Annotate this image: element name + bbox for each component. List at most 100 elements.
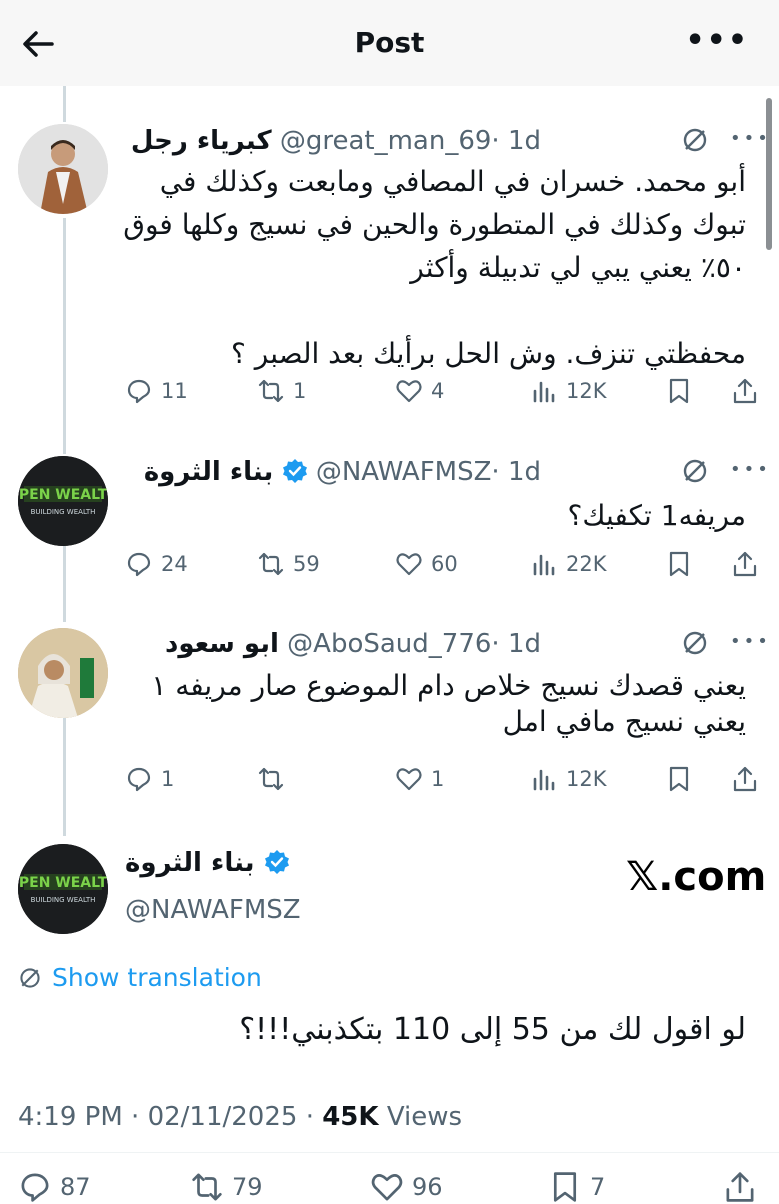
bookmark-icon <box>669 378 689 404</box>
display-name[interactable]: ابو سعود <box>165 629 279 659</box>
grok-icon[interactable] <box>681 457 709 485</box>
views-icon <box>533 554 555 576</box>
verified-badge-icon <box>264 850 289 874</box>
views-count: 12K <box>566 379 607 403</box>
reply-button[interactable]: 87 <box>18 1170 91 1204</box>
like-button[interactable]: 1 <box>395 765 444 793</box>
grok-icon[interactable] <box>681 126 709 154</box>
share-button[interactable] <box>723 1170 757 1204</box>
timestamp: · 1d <box>491 629 541 659</box>
show-translation-link[interactable]: Show translation <box>18 963 262 992</box>
share-icon <box>726 1172 754 1202</box>
share-button[interactable] <box>731 765 759 793</box>
repost-button[interactable]: 79 <box>190 1170 263 1204</box>
share-icon <box>733 551 757 577</box>
views-label: Views <box>386 1102 463 1132</box>
reply-button[interactable]: 1 <box>125 765 174 793</box>
avatar[interactable] <box>18 124 108 214</box>
views-count: 45K <box>322 1102 379 1132</box>
page-title: Post <box>354 26 425 59</box>
views-button[interactable]: 12K <box>530 765 607 793</box>
like-count: 96 <box>412 1173 443 1201</box>
tweet-text: لو اقول لك من 55 إلى 110 بتكذبني!!!؟ <box>239 1012 746 1047</box>
user-handle[interactable]: @AboSaud_776 <box>287 629 491 659</box>
like-count: 1 <box>431 767 445 791</box>
post-time: 4:19 PM <box>18 1102 123 1132</box>
svg-text:OPEN WEALTH: OPEN WEALTH <box>18 487 108 503</box>
display-name[interactable]: بناء الثروة <box>125 848 254 878</box>
share-button[interactable] <box>731 550 759 578</box>
views-icon <box>533 769 555 791</box>
timestamp: · 1d <box>491 126 541 156</box>
display-name[interactable]: بناء الثروة <box>144 457 273 487</box>
thread-line <box>63 718 66 836</box>
like-button[interactable]: 96 <box>370 1170 443 1204</box>
bookmark-button[interactable]: 7 <box>548 1170 605 1204</box>
bookmark-icon <box>669 766 689 792</box>
reply-button[interactable]: 24 <box>125 550 188 578</box>
tweet-text: أبو محمد. خسران في المصافي ومابعت وكذلك … <box>123 165 746 370</box>
views-icon <box>533 381 555 403</box>
bookmark-button[interactable] <box>665 377 693 405</box>
bookmark-icon <box>553 1172 577 1202</box>
views-button[interactable]: 22K <box>530 550 607 578</box>
repost-icon <box>192 1173 222 1201</box>
avatar[interactable]: OPEN WEALTH BUILDING WEALTH <box>18 456 108 546</box>
tweet-text: يعني قصدك نسيج خلاص دام الموضوع صار مريف… <box>142 669 746 738</box>
reply-count: 1 <box>161 767 175 791</box>
more-icon[interactable]: ••• <box>730 459 771 480</box>
source-watermark: 𝕏.com <box>626 854 767 900</box>
post-date: 02/11/2025 <box>147 1102 298 1132</box>
reply-count: 87 <box>60 1173 91 1201</box>
share-icon <box>733 766 757 792</box>
display-name[interactable]: كبرياء رجل <box>131 126 272 156</box>
thread-line <box>63 546 66 622</box>
reply-icon <box>21 1173 49 1202</box>
repost-count: 59 <box>293 552 320 576</box>
top-bar: Post ••• <box>0 0 779 86</box>
views-button[interactable]: 12K <box>530 377 607 405</box>
user-handle[interactable]: @NAWAFMSZ <box>125 895 301 925</box>
views-count: 12K <box>566 767 607 791</box>
user-handle[interactable]: @NAWAFMSZ <box>316 457 492 487</box>
bookmark-count: 7 <box>590 1173 606 1201</box>
scrollbar[interactable] <box>766 98 772 250</box>
repost-count: 1 <box>293 379 307 403</box>
reply-count: 24 <box>161 552 188 576</box>
logo-text: BUILDING WEALTH <box>31 508 96 516</box>
avatar[interactable]: OPEN WEALTH BUILDING WEALTH <box>18 844 108 934</box>
heart-icon <box>396 380 422 403</box>
svg-text:OPEN WEALTH: OPEN WEALTH <box>18 875 108 891</box>
repost-button[interactable]: 1 <box>257 377 306 405</box>
repost-count: 79 <box>232 1173 263 1201</box>
grok-icon[interactable] <box>681 629 709 657</box>
more-icon[interactable]: ••• <box>730 128 771 149</box>
more-icon[interactable]: ••• <box>730 631 771 652</box>
reply-icon <box>127 552 151 577</box>
share-button[interactable] <box>731 377 759 405</box>
repost-icon <box>258 767 284 791</box>
heart-icon <box>371 1174 403 1201</box>
views-count: 22K <box>566 552 607 576</box>
repost-button[interactable]: 59 <box>257 550 320 578</box>
tweet-text: مريفه1 تكفيك؟ <box>567 499 746 532</box>
like-button[interactable]: 4 <box>395 377 444 405</box>
share-icon <box>733 378 757 404</box>
like-count: 60 <box>431 552 458 576</box>
heart-icon <box>396 553 422 576</box>
bookmark-icon <box>669 551 689 577</box>
grok-icon <box>20 967 40 988</box>
bookmark-button[interactable] <box>665 550 693 578</box>
repost-button[interactable] <box>257 765 293 793</box>
bookmark-button[interactable] <box>665 765 693 793</box>
translate-label: Show translation <box>52 963 262 992</box>
timestamp: · 1d <box>491 457 541 487</box>
like-count: 4 <box>431 379 445 403</box>
reply-button[interactable]: 11 <box>125 377 188 405</box>
avatar[interactable] <box>18 628 108 718</box>
verified-badge-icon <box>282 459 307 483</box>
like-button[interactable]: 60 <box>395 550 458 578</box>
more-options-icon[interactable]: ••• <box>685 26 749 56</box>
repost-icon <box>258 552 284 576</box>
user-handle[interactable]: @great_man_69 <box>280 126 492 156</box>
